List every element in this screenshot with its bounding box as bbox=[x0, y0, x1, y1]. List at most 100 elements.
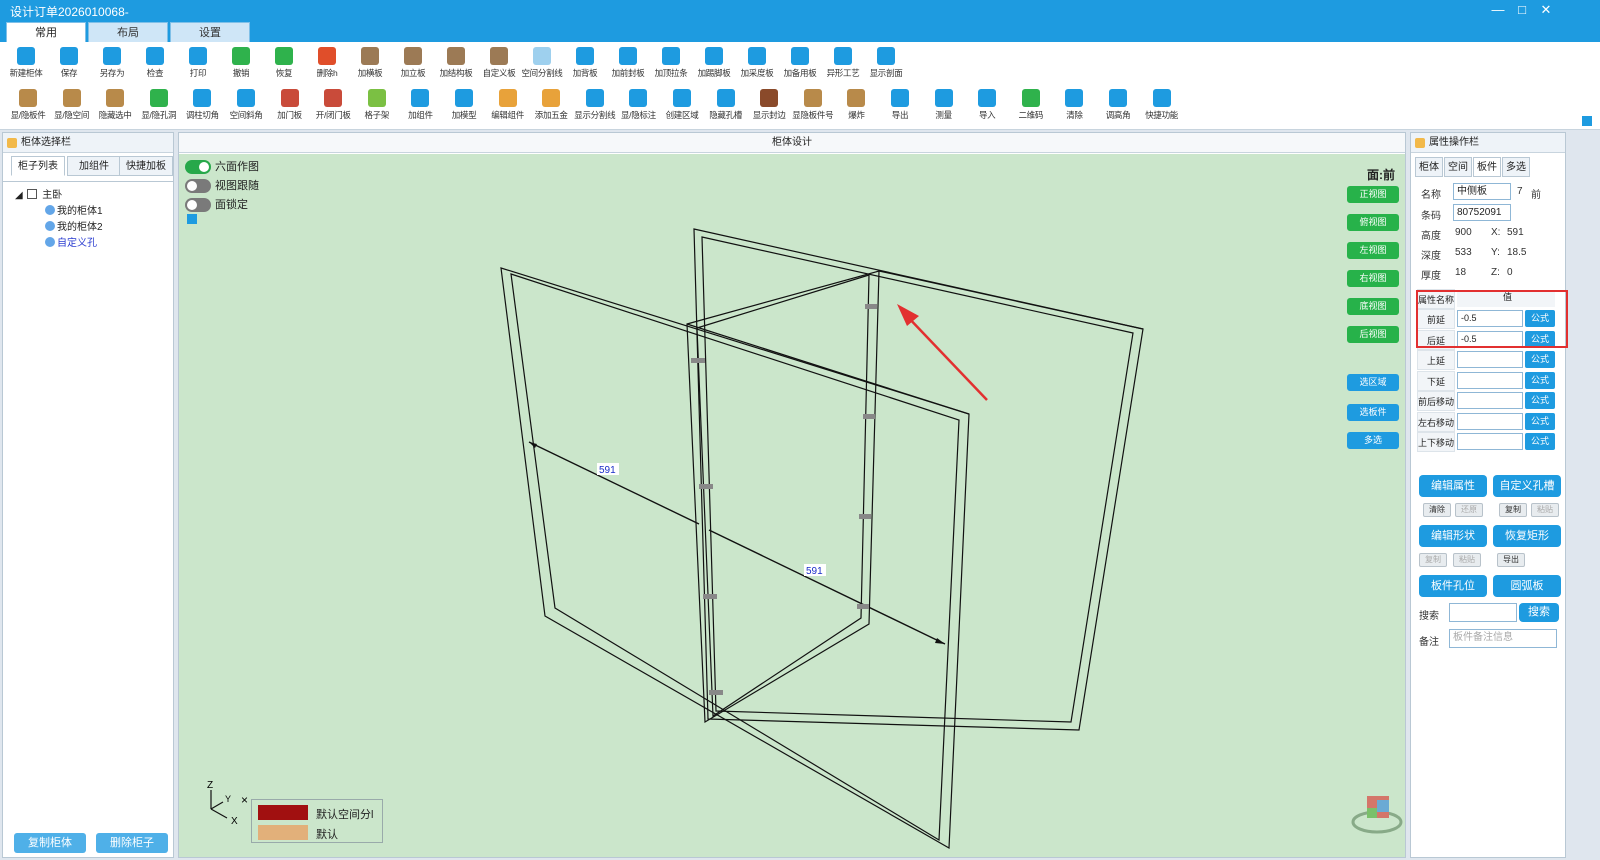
toolbar-button[interactable]: 导入 bbox=[963, 86, 1011, 128]
toolbar-button[interactable]: 异形工艺 bbox=[819, 44, 867, 86]
toolbar-button[interactable]: 空间分割线 bbox=[518, 44, 566, 86]
toolbar-button[interactable]: 隐藏选中 bbox=[91, 86, 139, 128]
toolbar-button[interactable]: 快捷功能 bbox=[1138, 86, 1186, 128]
property-value-input[interactable] bbox=[1457, 412, 1523, 430]
restore-button[interactable]: 还原 bbox=[1455, 503, 1483, 517]
copy-cabinet-button[interactable]: 复制柜体 bbox=[14, 833, 86, 853]
toolbar-button[interactable]: 显隐板件号 bbox=[789, 86, 837, 128]
toolbar-button[interactable]: 清除 bbox=[1050, 86, 1098, 128]
toolbar-button[interactable]: 加采度板 bbox=[733, 44, 781, 86]
edit-properties-button[interactable]: 编辑属性 bbox=[1419, 475, 1487, 497]
toolbar-button[interactable]: 保存 bbox=[45, 44, 93, 86]
tree-item[interactable]: 我的柜体1 bbox=[45, 202, 103, 217]
tab-cabinet[interactable]: 柜体 bbox=[1415, 157, 1443, 177]
tab-common[interactable]: 常用 bbox=[6, 22, 86, 42]
copy-shape-button[interactable]: 复制 bbox=[1419, 553, 1447, 567]
tree-item-selected[interactable]: 自定义孔 bbox=[45, 234, 97, 249]
formula-button[interactable]: 公式 bbox=[1525, 412, 1555, 430]
toolbar-button[interactable]: 显示剖面 bbox=[862, 44, 910, 86]
toolbar-button[interactable]: 加门板 bbox=[266, 86, 314, 128]
tab-cabinet-list[interactable]: 柜子列表 bbox=[11, 156, 65, 176]
toolbar-button[interactable]: 空间斜角 bbox=[222, 86, 270, 128]
toolbar-button[interactable]: 加组件 bbox=[396, 86, 444, 128]
tab-layout[interactable]: 布局 bbox=[88, 22, 168, 42]
formula-button[interactable]: 公式 bbox=[1525, 392, 1555, 409]
toolbar-button[interactable]: 新建柜体 bbox=[2, 44, 50, 86]
edit-shape-button[interactable]: 编辑形状 bbox=[1419, 525, 1487, 547]
minimize-button[interactable]: — bbox=[1486, 1, 1510, 19]
close-button[interactable]: ✕ bbox=[1534, 1, 1558, 19]
toolbar-button[interactable]: 加顶拉条 bbox=[647, 44, 695, 86]
tab-quick-board[interactable]: 快捷加板 bbox=[119, 156, 173, 176]
toolbar-button[interactable]: 加踢脚板 bbox=[690, 44, 738, 86]
toolbar-button[interactable]: 开/闭门板 bbox=[309, 86, 357, 128]
toolbar-button[interactable]: 加结构板 bbox=[432, 44, 480, 86]
toolbar-button[interactable]: 加前封板 bbox=[604, 44, 652, 86]
3d-viewport[interactable]: 六面作图 视图跟随 面锁定 面:前 正视图 俯视图 左视图 右视图 底视图 后视… bbox=[179, 154, 1405, 857]
property-value-input[interactable] bbox=[1457, 433, 1523, 450]
toolbar-button[interactable]: 打印 bbox=[174, 44, 222, 86]
paste-button[interactable]: 粘贴 bbox=[1531, 503, 1559, 517]
toolbar-button[interactable]: 二维码 bbox=[1007, 86, 1055, 128]
toolbar-button[interactable]: 加背板 bbox=[561, 44, 609, 86]
close-icon[interactable]: × bbox=[241, 793, 248, 807]
toolbar-button[interactable]: 加立板 bbox=[389, 44, 437, 86]
toolbar-button[interactable]: 添加五金 bbox=[527, 86, 575, 128]
toolbar-button[interactable]: 显/隐板件 bbox=[4, 86, 52, 128]
toolbar-button[interactable]: 恢复 bbox=[260, 44, 308, 86]
formula-button[interactable]: 公式 bbox=[1525, 351, 1555, 368]
toolbar-button[interactable]: 加模型 bbox=[440, 86, 488, 128]
note-input[interactable]: 板件备注信息 bbox=[1449, 629, 1557, 648]
property-value-input[interactable] bbox=[1457, 392, 1523, 409]
tab-multi[interactable]: 多选 bbox=[1502, 157, 1530, 177]
tab-board[interactable]: 板件 bbox=[1473, 157, 1501, 177]
collapse-icon[interactable]: ◢ bbox=[15, 190, 23, 201]
toolbar-button[interactable]: 爆炸 bbox=[832, 86, 880, 128]
custom-hole-button[interactable]: 自定义孔槽 bbox=[1493, 475, 1561, 497]
paste-shape-button[interactable]: 粘贴 bbox=[1453, 553, 1481, 567]
toolbar-button[interactable]: 显/隐空间 bbox=[48, 86, 96, 128]
tab-space[interactable]: 空间 bbox=[1444, 157, 1472, 177]
toolbar-button[interactable]: 撤销 bbox=[217, 44, 265, 86]
toolbar-button[interactable]: 显示封边 bbox=[745, 86, 793, 128]
toolbar-button[interactable]: 编辑组件 bbox=[484, 86, 532, 128]
toolbar-button[interactable]: 调柱切角 bbox=[178, 86, 226, 128]
copy-button[interactable]: 复制 bbox=[1499, 503, 1527, 517]
property-value-input[interactable] bbox=[1457, 371, 1523, 389]
delete-cabinet-button[interactable]: 删除柜子 bbox=[96, 833, 168, 853]
nav-cube-icon[interactable] bbox=[1351, 796, 1403, 834]
restore-rect-button[interactable]: 恢复矩形 bbox=[1493, 525, 1561, 547]
cabinet-wireframe[interactable]: 591 591 Z Y X × bbox=[179, 154, 1405, 857]
clear-button[interactable]: 清除 bbox=[1423, 503, 1451, 517]
name-field[interactable]: 中侧板 bbox=[1453, 183, 1511, 200]
toolbar-button[interactable]: 格子架 bbox=[353, 86, 401, 128]
code-field[interactable]: 80752091 bbox=[1453, 204, 1511, 221]
toolbar-button[interactable]: 加备用板 bbox=[776, 44, 824, 86]
formula-button[interactable]: 公式 bbox=[1525, 433, 1555, 450]
toolbar-button[interactable]: 测量 bbox=[920, 86, 968, 128]
formula-button[interactable]: 公式 bbox=[1525, 371, 1555, 389]
toolbar-button[interactable]: 加横板 bbox=[346, 44, 394, 86]
maximize-button[interactable]: □ bbox=[1510, 1, 1534, 19]
toolbar-button[interactable]: 导出 bbox=[876, 86, 924, 128]
toolbar-button[interactable]: 显示分割线 bbox=[571, 86, 619, 128]
tab-add-component[interactable]: 加组件 bbox=[67, 156, 121, 176]
property-value-input[interactable] bbox=[1457, 351, 1523, 368]
toolbar-button[interactable]: 显/隐孔洞 bbox=[135, 86, 183, 128]
arc-board-button[interactable]: 圆弧板 bbox=[1493, 575, 1561, 597]
toolbar-button[interactable]: 自定义板 bbox=[475, 44, 523, 86]
toolbar-button[interactable]: 隐藏孔槽 bbox=[702, 86, 750, 128]
toolbar-button[interactable]: 删除h bbox=[303, 44, 351, 86]
tree-item[interactable]: 我的柜体2 bbox=[45, 218, 103, 233]
search-button[interactable]: 搜索 bbox=[1519, 603, 1559, 622]
tree-root[interactable]: ◢ 主卧 bbox=[15, 186, 62, 201]
toolbar-button[interactable]: 创建区域 bbox=[658, 86, 706, 128]
toolbar-button[interactable]: 检查 bbox=[131, 44, 179, 86]
toolbar-button[interactable]: 显/隐标注 bbox=[614, 86, 662, 128]
grid-icon[interactable] bbox=[1582, 116, 1592, 126]
toolbar-button[interactable]: 另存为 bbox=[88, 44, 136, 86]
toolbar-button[interactable]: 调高角 bbox=[1094, 86, 1142, 128]
export-button[interactable]: 导出 bbox=[1497, 553, 1525, 567]
tab-settings[interactable]: 设置 bbox=[170, 22, 250, 42]
search-input[interactable] bbox=[1449, 603, 1517, 622]
